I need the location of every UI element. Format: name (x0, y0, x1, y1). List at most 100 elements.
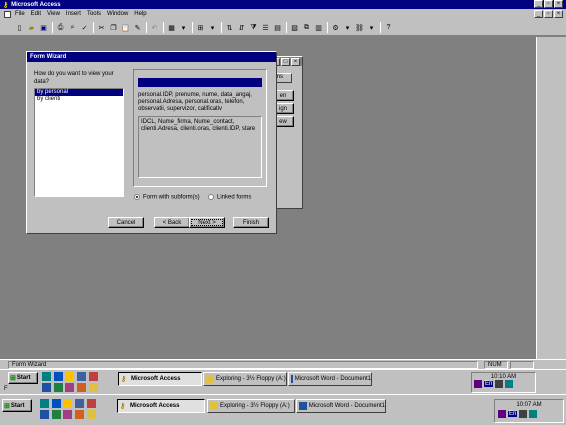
task-explorer-bottom[interactable]: Exploring - 3½ Floppy (A:) (207, 399, 295, 413)
network-icon[interactable] (529, 410, 538, 418)
view-option-clienti[interactable]: by clienti (35, 96, 123, 103)
status-bar: Form Wizard NUM (0, 359, 566, 369)
desktop-icon[interactable] (42, 372, 51, 381)
copy-icon[interactable]: ❐ (108, 22, 119, 33)
analyze-dropdown-icon[interactable]: ▾ (342, 22, 353, 33)
menu-view[interactable]: View (47, 11, 60, 18)
explorer-icon[interactable] (53, 372, 63, 381)
details-icon[interactable]: ▤ (272, 22, 283, 33)
undo-icon[interactable]: ↶ (149, 22, 160, 33)
print-icon[interactable]: ⎙ (55, 22, 66, 33)
view-dropdown-icon[interactable]: ▾ (178, 22, 189, 33)
restore-button[interactable]: ▫ (544, 0, 553, 8)
shield-icon[interactable] (474, 380, 482, 388)
sort-descending-icon[interactable]: ⇵ (236, 22, 247, 33)
relationships-icon[interactable]: ⊞ (195, 22, 206, 33)
quicklaunch-top (42, 372, 102, 394)
spelling-icon[interactable]: ✓ (79, 22, 90, 33)
radio-linked[interactable]: Linked forms (208, 194, 251, 201)
new-icon[interactable]: ▯ (14, 22, 25, 33)
folder-icon (206, 375, 214, 383)
preview-header-bar (138, 78, 262, 87)
main-form-fields: personal.IDP, prenume, nume, data_angaj,… (138, 92, 252, 112)
channels-icon[interactable] (77, 372, 87, 381)
database-window-icon[interactable]: ▧ (289, 22, 300, 33)
list-icon[interactable]: ☰ (260, 22, 271, 33)
format-painter-icon[interactable]: ✎ (132, 22, 143, 33)
powerpoint-icon[interactable] (77, 383, 87, 392)
view-icon[interactable]: ▦ (166, 22, 177, 33)
word-icon[interactable] (42, 383, 51, 392)
outlook-icon[interactable] (65, 372, 75, 381)
relationships-dropdown-icon[interactable]: ▾ (207, 22, 218, 33)
preview-icon[interactable]: ⌕ (67, 22, 78, 33)
menu-file[interactable]: File (15, 11, 25, 18)
doc-icon (4, 11, 11, 18)
excel-icon[interactable] (51, 410, 61, 419)
open-icon[interactable]: ▰ (26, 22, 37, 33)
doc-restore-button[interactable]: ▫ (544, 10, 553, 18)
menu-edit[interactable]: Edit (31, 11, 41, 18)
paste-icon[interactable]: 📋 (120, 22, 131, 33)
task-explorer-top[interactable]: Exploring - 3½ Floppy (A:) (203, 372, 287, 386)
analyze-icon[interactable]: ⚙ (330, 22, 341, 33)
shield-icon[interactable] (498, 410, 506, 418)
minimize-button[interactable]: _ (534, 0, 543, 8)
access-icon[interactable] (63, 410, 73, 419)
word-icon[interactable] (40, 410, 49, 419)
table-icon[interactable]: ▥ (313, 22, 324, 33)
help-icon[interactable]: ? (383, 22, 394, 33)
explorer-icon[interactable] (51, 399, 61, 408)
lang-indicator-top[interactable]: En (484, 381, 494, 387)
network-icon[interactable] (505, 380, 514, 388)
new-object-icon[interactable]: ⧉ (301, 22, 312, 33)
view-prompt: How do you want to view your data? (34, 71, 114, 85)
form-wizard-dialog: Form Wizard How do you want to view your… (26, 51, 277, 234)
radio-linked-icon (208, 194, 214, 200)
task-access-bottom[interactable]: ⚷ Microsoft Access (117, 399, 205, 413)
office-links-dropdown-icon[interactable]: ▾ (366, 22, 377, 33)
bg-maximize-button[interactable]: □ (281, 58, 290, 66)
powerpoint-icon[interactable] (75, 410, 85, 419)
close-button[interactable]: × (554, 0, 563, 8)
task-word-top[interactable]: Microsoft Word - Document1 (288, 372, 372, 386)
finish-button[interactable]: Finish (233, 217, 269, 228)
folder-icon[interactable] (88, 383, 98, 392)
mail-icon[interactable] (88, 372, 98, 381)
back-button[interactable]: < Back (154, 217, 190, 228)
bg-close-button[interactable]: × (291, 58, 300, 66)
subform-fields: IDCL, Nume_firma, Nume_contact, clienti.… (141, 119, 256, 132)
windows-logo-icon: ⊞ (4, 402, 10, 410)
office-links-icon[interactable]: ⛓ (354, 22, 365, 33)
excel-icon[interactable] (53, 383, 63, 392)
menu-help[interactable]: Help (134, 11, 146, 18)
menu-tools[interactable]: Tools (87, 11, 101, 18)
mail-icon[interactable] (86, 399, 96, 408)
radio-subform[interactable]: Form with subform(s) (134, 194, 200, 201)
access-icon[interactable] (65, 383, 75, 392)
sort-ascending-icon[interactable]: ⇅ (224, 22, 235, 33)
menu-insert[interactable]: Insert (66, 11, 81, 18)
cancel-button[interactable]: Cancel (108, 217, 144, 228)
view-option-personal[interactable]: by personal (35, 89, 123, 96)
filter-icon[interactable]: ⧩ (248, 22, 259, 33)
task-word-bottom[interactable]: Microsoft Word - Document1 (296, 399, 386, 413)
save-icon[interactable]: ▣ (38, 22, 49, 33)
lang-indicator-bottom[interactable]: En (508, 411, 518, 417)
menu-window[interactable]: Window (107, 11, 128, 18)
task-access-top[interactable]: ⚷ Microsoft Access (118, 372, 202, 386)
radio-subform-icon (134, 194, 140, 200)
next-button[interactable]: Next > (189, 217, 225, 228)
channels-icon[interactable] (75, 399, 85, 408)
volume-icon[interactable] (495, 380, 504, 388)
form-wizard-title: Form Wizard (30, 54, 67, 60)
doc-close-button[interactable]: × (554, 10, 563, 18)
start-button-bottom[interactable]: ⊞ Start (2, 399, 32, 412)
desktop-icon[interactable] (40, 399, 49, 408)
outlook-icon[interactable] (63, 399, 73, 408)
doc-minimize-button[interactable]: _ (534, 10, 543, 18)
cut-icon[interactable]: ✂ (96, 22, 107, 33)
start-button-top[interactable]: ⊞ Start (8, 372, 38, 384)
folder-icon[interactable] (86, 410, 96, 419)
volume-icon[interactable] (519, 410, 528, 418)
